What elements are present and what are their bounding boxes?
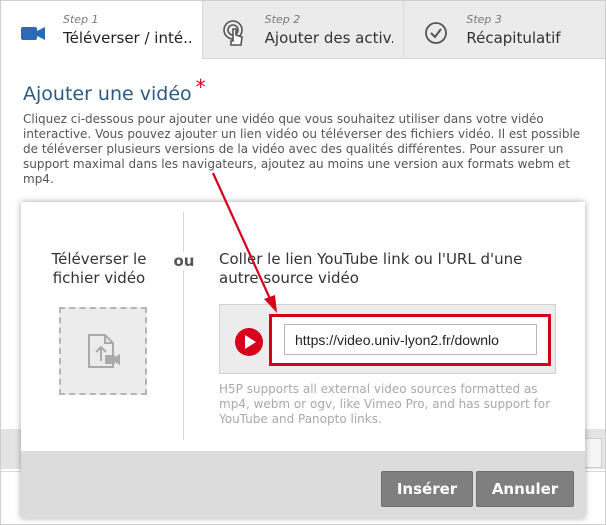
steps-bar: Step 1 Téléverser / inté... Step 2 Ajout… bbox=[1, 1, 605, 59]
video-url-input[interactable] bbox=[284, 324, 537, 355]
paste-link-label: Coller le lien YouTube link ou l'URL d'u… bbox=[219, 250, 523, 287]
step-label: Récapitulatif bbox=[466, 29, 561, 47]
step-number: Step 1 bbox=[63, 13, 99, 26]
step-label: Ajouter des activ... bbox=[264, 29, 393, 47]
step-number: Step 3 bbox=[466, 13, 502, 26]
cancel-button[interactable]: Annuler bbox=[476, 471, 574, 507]
step-2-tab[interactable]: Step 2 Ajouter des activ... bbox=[203, 1, 405, 59]
video-camera-icon bbox=[21, 27, 45, 40]
section-title: Ajouter une vidéo * bbox=[23, 75, 206, 105]
editor-frame: Step 1 Téléverser / inté... Step 2 Ajout… bbox=[0, 0, 606, 525]
url-input-area bbox=[219, 304, 556, 374]
section-description: Cliquez ci-dessous pour ajouter une vidé… bbox=[23, 112, 581, 186]
upload-video-icon bbox=[88, 334, 120, 368]
step-3-tab[interactable]: Step 3 Récapitulatif bbox=[404, 1, 605, 59]
or-label: ou bbox=[171, 252, 197, 270]
required-mark: * bbox=[195, 75, 206, 99]
background-button bbox=[584, 438, 602, 468]
touch-icon bbox=[222, 20, 243, 46]
step-number: Step 2 bbox=[264, 13, 301, 26]
vertical-divider bbox=[183, 212, 184, 440]
check-circle-icon bbox=[425, 22, 448, 44]
add-video-dialog: Téléverser le fichier vidéo ou Coller le… bbox=[21, 202, 585, 518]
upload-label: Téléverser le fichier vidéo bbox=[51, 250, 147, 287]
url-highlight-box bbox=[269, 314, 551, 366]
step-1-tab[interactable]: Step 1 Téléverser / inté... bbox=[1, 1, 203, 59]
youtube-play-icon bbox=[235, 328, 263, 356]
insert-button[interactable]: Insérer bbox=[381, 471, 473, 507]
supported-sources-hint: H5P supports all external video sources … bbox=[219, 382, 551, 426]
step-label: Téléverser / inté... bbox=[63, 29, 191, 47]
upload-dropzone[interactable] bbox=[59, 307, 147, 395]
section-title-text: Ajouter une vidéo bbox=[23, 83, 192, 105]
